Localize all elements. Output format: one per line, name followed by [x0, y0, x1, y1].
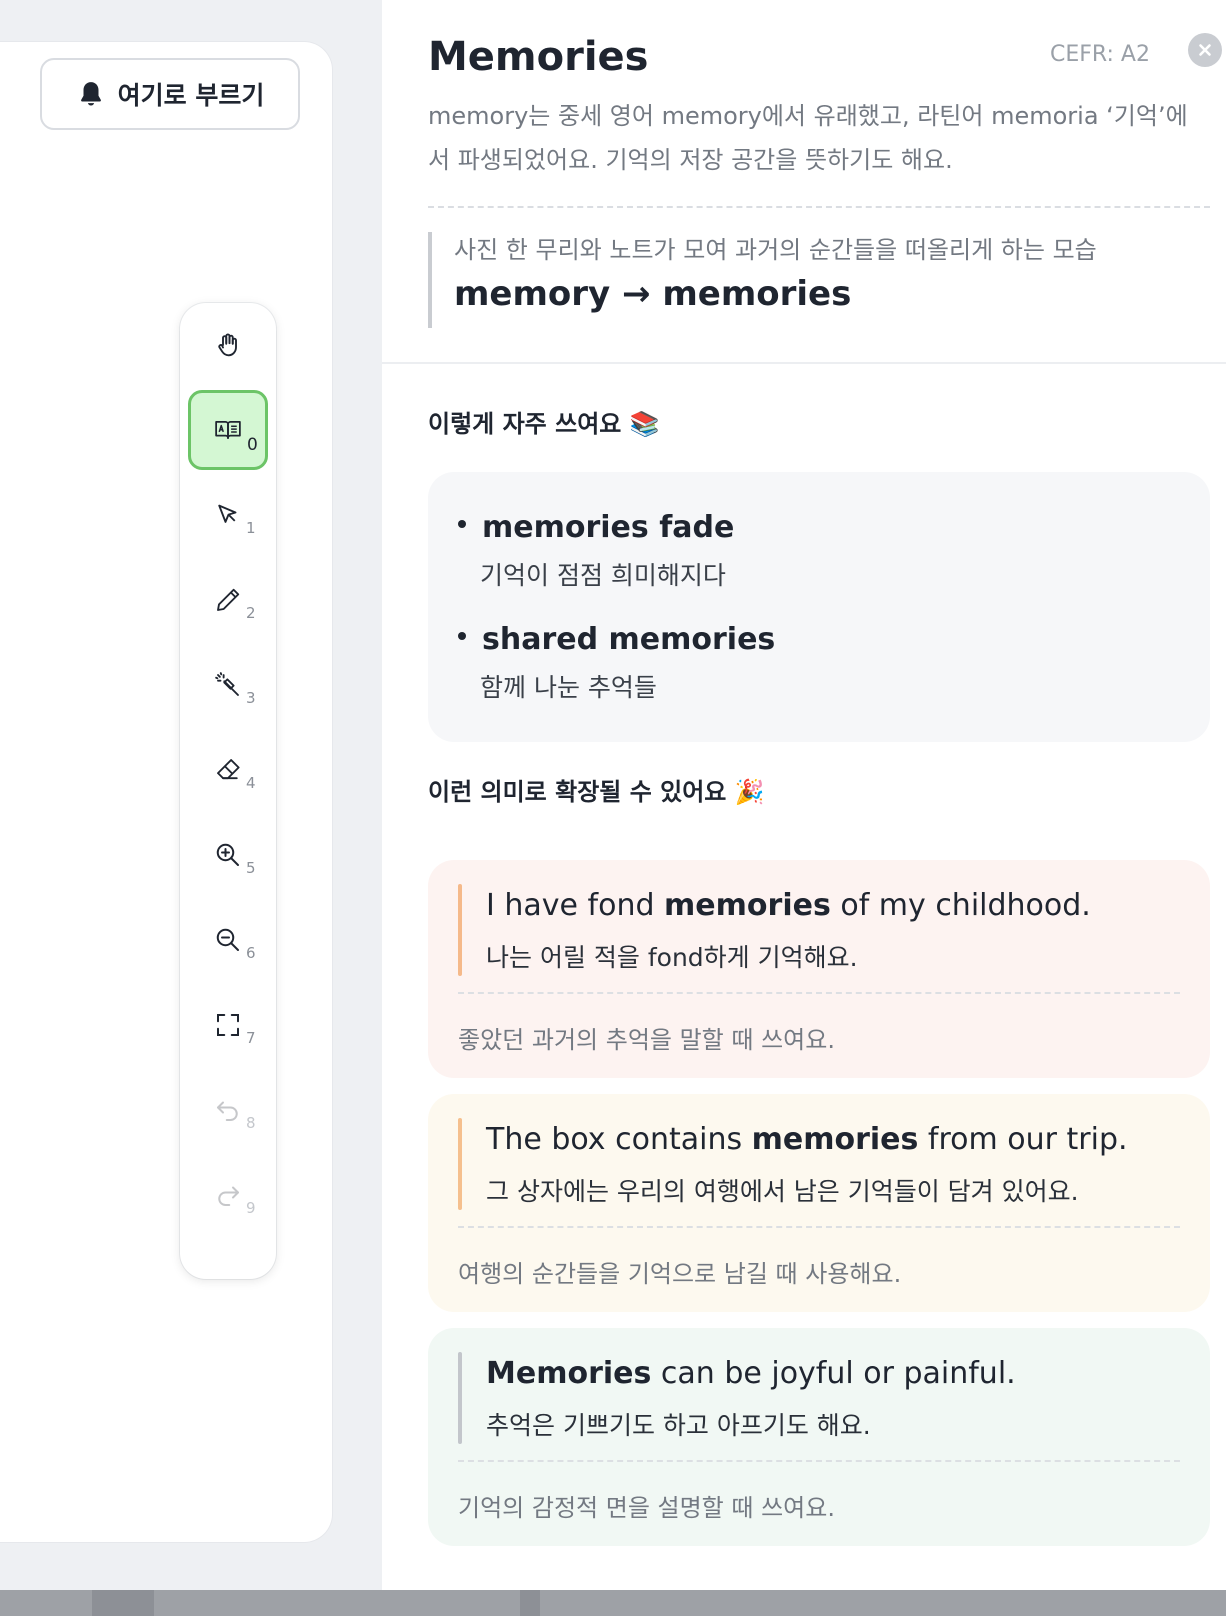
- word-detail-panel: Memories CEFR: A2 memory는 중세 영어 memory에서…: [382, 0, 1226, 1590]
- canvas-panel: [0, 42, 332, 1542]
- magic-pen-tool[interactable]: 3: [188, 645, 268, 725]
- example-sentence: The box contains memories from our trip.: [486, 1122, 1128, 1157]
- extensions-title: 이런 의미로 확장될 수 있어요 🎉: [428, 778, 765, 806]
- example-sentence: I have fond memories of my childhood.: [486, 888, 1091, 923]
- collocation-phrase: memories fade: [482, 510, 735, 545]
- tool-palette: 0 1 2 3 4 5 6 7 8 9: [180, 303, 276, 1279]
- fullscreen-icon: [217, 1014, 239, 1036]
- example-card: I have fond memories of my childhood. 나는…: [428, 860, 1210, 1078]
- pen-tool[interactable]: 2: [188, 560, 268, 640]
- keyword: memories: [751, 1122, 919, 1157]
- fit-screen-tool[interactable]: 7: [188, 985, 268, 1065]
- close-icon: [1199, 44, 1211, 56]
- cursor-icon: [218, 504, 237, 523]
- close-button[interactable]: [1188, 33, 1222, 67]
- example-card: The box contains memories from our trip.…: [428, 1094, 1210, 1312]
- collocation-meaning: 함께 나눈 추억들: [480, 673, 657, 702]
- bottom-strip: [0, 1590, 1226, 1616]
- collocations-title: 이렇게 자주 쓰여요 📚: [428, 410, 660, 438]
- divider: [458, 1460, 1180, 1462]
- bullet: [458, 520, 466, 528]
- redo-icon: [218, 1186, 239, 1206]
- example-translation: 추억은 기쁘기도 하고 아프기도 해요.: [486, 1411, 871, 1440]
- word-header: Memories CEFR: A2 memory는 중세 영어 memory에서…: [382, 0, 1226, 364]
- zoom-in-icon: [216, 843, 239, 866]
- call-here-label: 여기로 부르기: [117, 81, 265, 110]
- example-usage: 기억의 감정적 면을 설명할 때 쓰여요.: [458, 1494, 835, 1522]
- word-form-change: memory → memories: [454, 274, 852, 314]
- accent-bar: [458, 1352, 462, 1444]
- accent-bar: [458, 884, 462, 976]
- zoom-out-tool[interactable]: 6: [188, 900, 268, 980]
- select-tool[interactable]: 1: [188, 475, 268, 555]
- image-caption: 사진 한 무리와 노트가 모여 과거의 순간들을 떠올리게 하는 모습: [454, 236, 1097, 264]
- redo-tool[interactable]: 9: [188, 1155, 268, 1235]
- eraser-icon: [217, 759, 240, 780]
- pencil-icon: [217, 588, 240, 611]
- example-translation: 그 상자에는 우리의 여행에서 남은 기억들이 담겨 있어요.: [486, 1177, 1079, 1206]
- keyword: Memories: [486, 1356, 652, 1391]
- hand-tool[interactable]: [188, 305, 268, 385]
- example-card: Memories can be joyful or painful. 추억은 기…: [428, 1328, 1210, 1546]
- hand-icon: [218, 333, 237, 357]
- eraser-tool[interactable]: 4: [188, 730, 268, 810]
- word-title: Memories: [428, 34, 649, 80]
- collocation-meaning: 기억이 점점 희미해지다: [480, 561, 726, 590]
- example-usage: 여행의 순간들을 기억으로 남길 때 사용해요.: [458, 1260, 902, 1288]
- keyword: memories: [664, 888, 831, 923]
- etymology-text: memory는 중세 영어 memory에서 유래했고, 라틴어 memoria…: [428, 102, 1188, 174]
- zoom-out-icon: [216, 928, 239, 951]
- example-translation: 나는 어릴 적을 fond하게 기억해요.: [486, 943, 858, 972]
- bullet: [458, 632, 466, 640]
- image-description-quote: 사진 한 무리와 노트가 모여 과거의 순간들을 떠올리게 하는 모습 memo…: [428, 232, 1188, 328]
- dictionary-icon: [215, 421, 241, 439]
- bell-icon: [80, 82, 101, 106]
- undo-icon: [217, 1101, 238, 1121]
- divider: [428, 206, 1210, 208]
- example-sentence: Memories can be joyful or painful.: [486, 1356, 1016, 1391]
- undo-tool[interactable]: 8: [188, 1070, 268, 1150]
- divider: [458, 992, 1180, 994]
- zoom-in-tool[interactable]: 5: [188, 815, 268, 895]
- accent-bar: [458, 1118, 462, 1210]
- collocation-phrase: shared memories: [482, 622, 776, 657]
- dictionary-tool[interactable]: 0: [188, 390, 268, 470]
- call-here-button[interactable]: 여기로 부르기: [40, 58, 300, 130]
- example-usage: 좋았던 과거의 추억을 말할 때 쓰여요.: [458, 1026, 835, 1054]
- cefr-level-label: CEFR: A2: [1050, 42, 1150, 67]
- collocations-box: memories fade 기억이 점점 희미해지다 shared memori…: [428, 472, 1210, 742]
- magic-wand-icon: [215, 672, 239, 696]
- divider: [458, 1226, 1180, 1228]
